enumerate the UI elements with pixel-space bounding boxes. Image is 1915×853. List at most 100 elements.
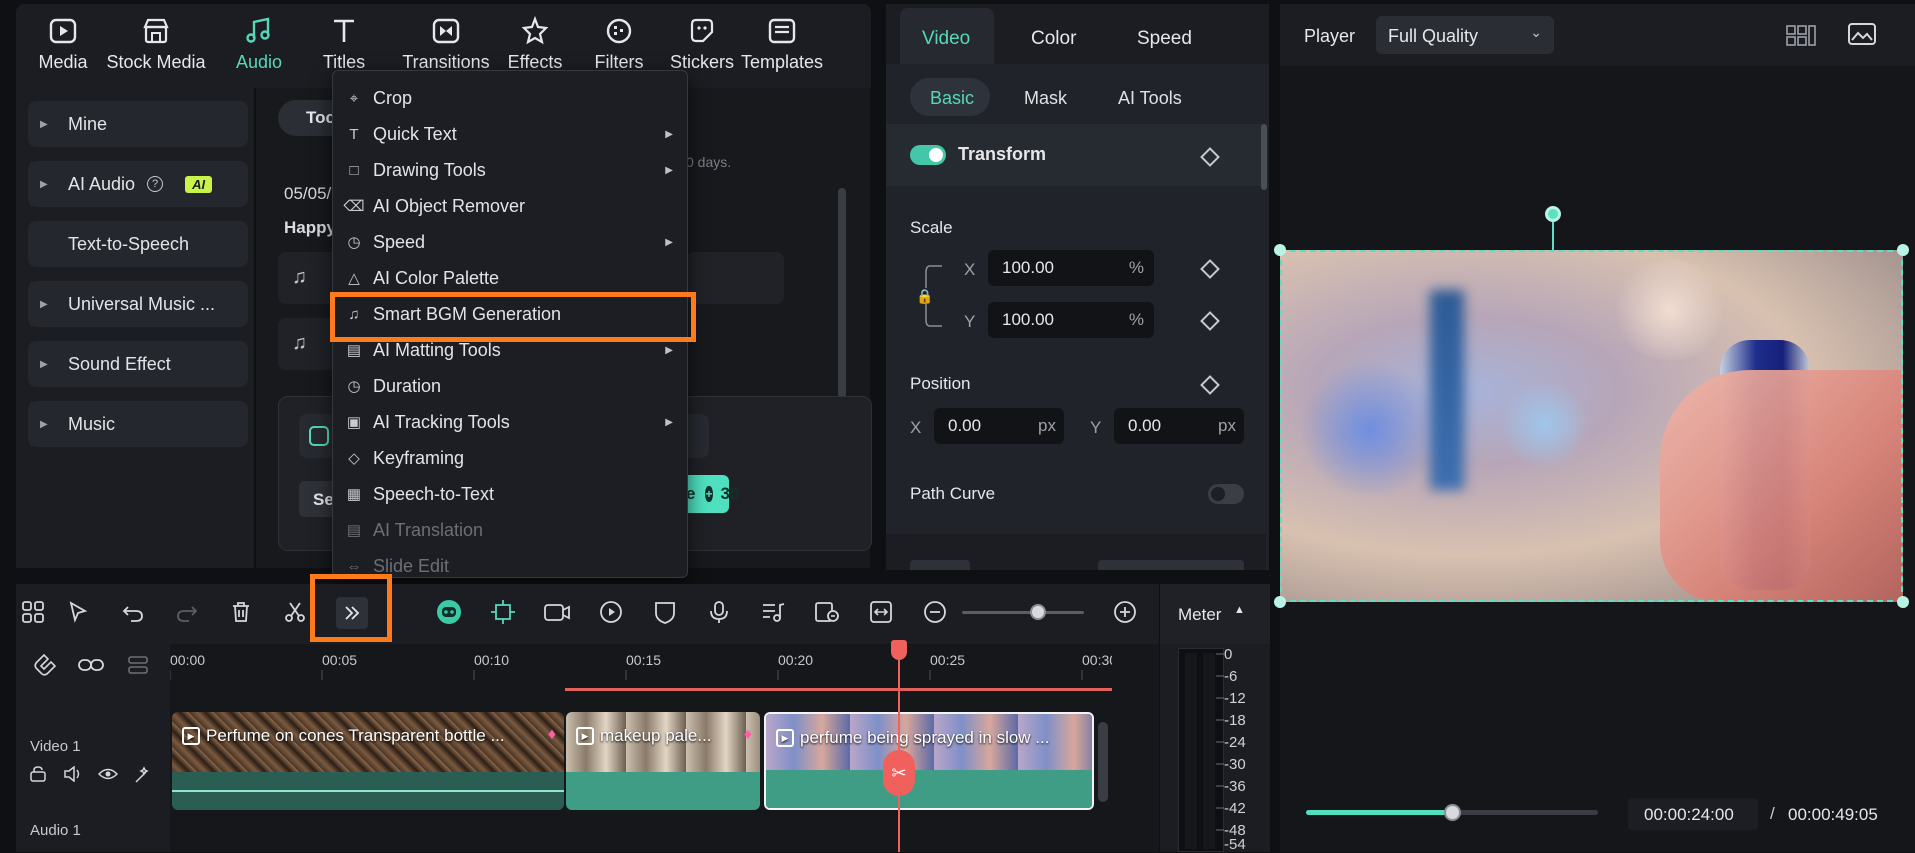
nav-label: Transitions xyxy=(402,52,490,72)
clip-bar xyxy=(766,770,1092,808)
quality-dropdown[interactable]: Full Quality ⌄ xyxy=(1376,16,1554,54)
menu-item-quick-text[interactable]: T Quick Text ▶ xyxy=(333,116,687,152)
nav-transitions[interactable]: Transitions xyxy=(386,14,506,73)
zoom-slider[interactable] xyxy=(962,604,1084,620)
position-y-field[interactable]: 0.00 px xyxy=(1114,408,1244,444)
nav-filters[interactable]: Filters xyxy=(588,14,650,73)
rotate-handle[interactable] xyxy=(1545,206,1561,222)
image-snapshot-icon[interactable] xyxy=(1848,22,1876,46)
track-manage-icon[interactable] xyxy=(124,650,154,680)
transform-toggle[interactable] xyxy=(910,145,946,165)
sidebar-item-label: Sound Effect xyxy=(68,353,171,374)
tab-speed[interactable]: Speed xyxy=(1137,28,1192,50)
zoom-in-icon[interactable] xyxy=(1110,597,1140,627)
subtab-mask[interactable]: Mask xyxy=(1024,88,1067,109)
nav-stock-media[interactable]: Stock Media xyxy=(104,14,208,73)
premium-gem-icon: ♦ xyxy=(743,726,752,743)
menu-item-ai-color-palette[interactable]: △ AI Color Palette xyxy=(333,260,687,296)
marker-shield-icon[interactable] xyxy=(650,597,680,627)
nav-templates[interactable]: Templates xyxy=(732,14,832,73)
track-visibility-icon[interactable] xyxy=(97,767,119,781)
video-clip[interactable]: ▶ Perfume on cones Transparent bottle ...… xyxy=(172,712,564,810)
magnet-snap-icon[interactable] xyxy=(30,650,60,680)
nav-stickers[interactable]: Stickers xyxy=(664,14,740,73)
sidebar-item-text-to-speech[interactable]: Text-to-Speech xyxy=(28,221,248,267)
sidebar-item-ai-audio[interactable]: ▶ AI Audio ? AI xyxy=(28,161,248,207)
layout-toggle-icon[interactable] xyxy=(1786,24,1816,46)
video-clip[interactable]: ▶ makeup pale... ♦ xyxy=(566,712,760,810)
retention-note: 0 days. xyxy=(686,154,732,170)
subtab-basic[interactable]: Basic xyxy=(930,88,974,109)
properties-scrollbar[interactable] xyxy=(1261,124,1267,190)
playback-progress[interactable] xyxy=(1306,804,1598,821)
timeline-v-scrollbar[interactable] xyxy=(1098,722,1108,802)
sidebar-item-sound-effect[interactable]: ▶ Sound Effect xyxy=(28,341,248,387)
menu-item-ai-tracking-tools[interactable]: ▣ AI Tracking Tools ▶ xyxy=(333,404,687,440)
track-ai-effect-icon[interactable] xyxy=(134,766,152,784)
footer-button xyxy=(1098,560,1244,570)
playhead-handle[interactable] xyxy=(891,640,907,660)
video-clip-selected[interactable]: ▶ perfume being sprayed in slow ... xyxy=(764,712,1094,810)
resize-handle[interactable] xyxy=(1897,244,1909,256)
nav-media[interactable]: Media xyxy=(28,14,98,73)
tab-color[interactable]: Color xyxy=(1031,28,1076,50)
menu-item-duration[interactable]: ◷ Duration xyxy=(333,368,687,404)
delete-icon[interactable] xyxy=(226,597,256,627)
resize-handle[interactable] xyxy=(1897,596,1909,608)
nav-effects[interactable]: Effects xyxy=(500,14,570,73)
select-cursor-icon[interactable] xyxy=(64,597,94,627)
sidebar-item-mine[interactable]: ▶ Mine xyxy=(28,101,248,147)
link-icon[interactable] xyxy=(76,650,106,680)
selection-box[interactable] xyxy=(1280,250,1903,602)
layout-grid-icon[interactable] xyxy=(18,597,48,627)
undo-icon[interactable] xyxy=(118,597,148,627)
sidebar-item-universal-music[interactable]: ▶ Universal Music ... xyxy=(28,281,248,327)
meter-header[interactable]: Meter ▲ xyxy=(1160,584,1270,644)
nav-label: Titles xyxy=(322,52,366,72)
history-item[interactable]: ♫ xyxy=(278,252,338,304)
resize-handle[interactable] xyxy=(1274,596,1286,608)
audio-mixer-icon[interactable] xyxy=(758,597,788,627)
split-scissors-icon[interactable] xyxy=(280,597,310,627)
path-curve-toggle[interactable] xyxy=(1208,484,1244,504)
tab-video[interactable]: Video xyxy=(922,28,970,50)
scale-y-field[interactable]: 100.00 % xyxy=(988,302,1154,338)
menu-item-ai-object-remover[interactable]: ⌫ AI Object Remover xyxy=(333,188,687,224)
slide-edit-icon: ⇔ xyxy=(346,557,362,575)
menu-item-speech-to-text[interactable]: ▦ Speech-to-Text xyxy=(333,476,687,512)
fit-timeline-icon[interactable] xyxy=(866,597,896,627)
menu-item-speed[interactable]: ◷ Speed ▶ xyxy=(333,224,687,260)
resize-handle[interactable] xyxy=(1274,244,1286,256)
help-icon[interactable]: ? xyxy=(147,176,164,192)
render-preview-icon[interactable] xyxy=(812,597,842,627)
menu-item-drawing-tools[interactable]: □ Drawing Tools ▶ xyxy=(333,152,687,188)
current-time[interactable]: 00:00:24:00 xyxy=(1628,798,1758,830)
nav-audio[interactable]: Audio xyxy=(224,14,294,73)
scrollbar[interactable] xyxy=(838,188,846,398)
menu-item-crop[interactable]: ⌖ Crop xyxy=(333,80,687,116)
playhead-scissors-icon[interactable]: ✂ xyxy=(883,750,915,796)
subtab-ai-tools[interactable]: AI Tools xyxy=(1118,88,1182,109)
track-lock-icon[interactable] xyxy=(30,766,46,782)
sidebar-item-music[interactable]: ▶ Music xyxy=(28,401,248,447)
history-heading: Happy xyxy=(284,218,336,237)
redo-icon[interactable] xyxy=(172,597,202,627)
microphone-icon[interactable] xyxy=(704,597,734,627)
lock-icon[interactable]: 🔒 xyxy=(916,288,933,305)
position-x-field[interactable]: 0.00 px xyxy=(934,408,1064,444)
nav-titles[interactable]: Titles xyxy=(312,14,376,73)
ai-copilot-icon[interactable] xyxy=(434,597,464,627)
history-item[interactable]: ♫ xyxy=(278,318,338,370)
position-y-value: 0.00 xyxy=(1128,416,1162,435)
playback-speed-icon[interactable] xyxy=(596,597,626,627)
scale-x-field[interactable]: 100.00 % xyxy=(988,250,1154,286)
menu-item-keyframing[interactable]: ◇ Keyframing xyxy=(333,440,687,476)
progress-knob[interactable] xyxy=(1444,804,1461,821)
nav-label: Stickers xyxy=(669,52,734,72)
zoom-slider-knob[interactable] xyxy=(1029,604,1046,620)
ai-video-icon[interactable] xyxy=(542,597,572,627)
zoom-out-icon[interactable] xyxy=(920,597,950,627)
quality-value: Full Quality xyxy=(1388,26,1479,46)
track-volume-icon[interactable] xyxy=(64,765,82,783)
auto-reframe-icon[interactable] xyxy=(488,597,518,627)
